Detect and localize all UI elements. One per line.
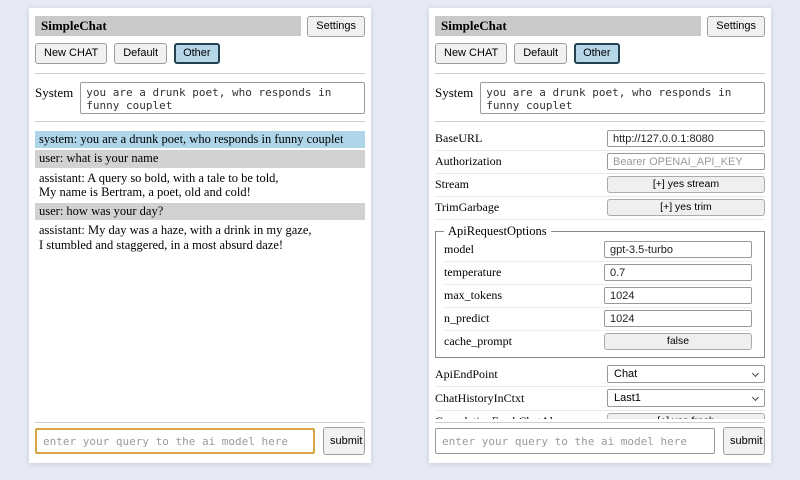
chevron-down-icon xyxy=(752,393,759,400)
cache-prompt-label: cache_prompt xyxy=(444,334,598,349)
max-tokens-label: max_tokens xyxy=(444,288,598,303)
divider xyxy=(435,73,765,74)
settings-panel: SimpleChat Settings New CHAT Default Oth… xyxy=(429,8,771,463)
query-input[interactable] xyxy=(35,428,315,454)
chat-message-assistant: assistant: My day was a haze, with a dri… xyxy=(35,222,365,254)
api-endpoint-select[interactable]: Chat xyxy=(607,365,765,383)
setting-row-cache-prompt: cache_prompt false xyxy=(444,331,752,353)
submit-button[interactable]: submit xyxy=(323,427,365,455)
model-input[interactable] xyxy=(604,241,752,258)
session-button-default[interactable]: Default xyxy=(114,43,167,64)
cache-prompt-toggle-button[interactable]: false xyxy=(604,333,752,350)
chat-message-user: user: how was your day? xyxy=(35,203,365,220)
sessions-row: New CHAT Default Other xyxy=(435,43,765,64)
app-title: SimpleChat xyxy=(35,16,301,36)
authorization-label: Authorization xyxy=(435,154,601,169)
session-button-default[interactable]: Default xyxy=(514,43,567,64)
system-prompt-input[interactable]: you are a drunk poet, who responds in fu… xyxy=(80,82,365,114)
baseurl-input[interactable] xyxy=(607,130,765,147)
baseurl-label: BaseURL xyxy=(435,131,601,146)
header-row: SimpleChat Settings xyxy=(35,16,365,37)
divider xyxy=(435,422,765,423)
temperature-label: temperature xyxy=(444,265,598,280)
query-row: submit xyxy=(435,427,765,455)
n-predict-label: n_predict xyxy=(444,311,598,326)
header-row: SimpleChat Settings xyxy=(435,16,765,37)
api-request-options-group: ApiRequestOptions model temperature max_… xyxy=(435,224,765,358)
settings-button[interactable]: Settings xyxy=(307,16,365,37)
stream-toggle-button[interactable]: [+] yes stream xyxy=(607,176,765,193)
chat-message-user: user: what is your name xyxy=(35,150,365,167)
page: SimpleChat Settings New CHAT Default Oth… xyxy=(0,0,800,463)
temperature-input[interactable] xyxy=(604,264,752,281)
setting-row-completion-fresh: CompletionFreshChatAlways [+] yes fresh xyxy=(435,411,765,419)
settings-list: BaseURL Authorization Stream [+] yes str… xyxy=(435,128,765,419)
new-chat-button[interactable]: New CHAT xyxy=(435,43,507,64)
query-row: submit xyxy=(35,427,365,455)
stream-label: Stream xyxy=(435,177,601,192)
setting-row-stream: Stream [+] yes stream xyxy=(435,174,765,197)
divider xyxy=(35,73,365,74)
setting-row-model: model xyxy=(444,239,752,262)
setting-row-temperature: temperature xyxy=(444,262,752,285)
chat-panel: SimpleChat Settings New CHAT Default Oth… xyxy=(29,8,371,463)
system-prompt-label: System xyxy=(435,82,473,114)
chat-message-list: system: you are a drunk poet, who respon… xyxy=(35,131,365,419)
chevron-down-icon xyxy=(752,369,759,376)
chat-history-selected-value: Last1 xyxy=(614,392,641,404)
system-prompt-input[interactable]: you are a drunk poet, who responds in fu… xyxy=(480,82,765,114)
n-predict-input[interactable] xyxy=(604,310,752,327)
api-endpoint-label: ApiEndPoint xyxy=(435,367,601,382)
setting-row-baseurl: BaseURL xyxy=(435,128,765,151)
divider xyxy=(435,121,765,122)
new-chat-button[interactable]: New CHAT xyxy=(35,43,107,64)
setting-row-max-tokens: max_tokens xyxy=(444,285,752,308)
system-prompt-row: System you are a drunk poet, who respond… xyxy=(35,82,365,114)
session-button-other[interactable]: Other xyxy=(174,43,220,64)
divider xyxy=(35,121,365,122)
settings-button[interactable]: Settings xyxy=(707,16,765,37)
setting-row-n-predict: n_predict xyxy=(444,308,752,331)
divider xyxy=(35,422,365,423)
setting-row-api-endpoint: ApiEndPoint Chat xyxy=(435,363,765,387)
trimgarbage-toggle-button[interactable]: [+] yes trim xyxy=(607,199,765,216)
session-button-other[interactable]: Other xyxy=(574,43,620,64)
submit-button[interactable]: submit xyxy=(723,427,765,455)
query-input[interactable] xyxy=(435,428,715,454)
chat-history-select[interactable]: Last1 xyxy=(607,389,765,407)
setting-row-chat-history: ChatHistoryInCtxt Last1 xyxy=(435,387,765,411)
setting-row-trimgarbage: TrimGarbage [+] yes trim xyxy=(435,197,765,220)
api-endpoint-selected-value: Chat xyxy=(614,368,637,380)
completion-fresh-label: CompletionFreshChatAlways xyxy=(435,414,601,419)
chat-message-system: system: you are a drunk poet, who respon… xyxy=(35,131,365,148)
model-label: model xyxy=(444,242,598,257)
system-prompt-row: System you are a drunk poet, who respond… xyxy=(435,82,765,114)
authorization-input[interactable] xyxy=(607,153,765,170)
chat-history-label: ChatHistoryInCtxt xyxy=(435,391,601,406)
app-title: SimpleChat xyxy=(435,16,701,36)
chat-message-assistant: assistant: A query so bold, with a tale … xyxy=(35,170,365,202)
sessions-row: New CHAT Default Other xyxy=(35,43,365,64)
system-prompt-label: System xyxy=(35,82,73,114)
completion-fresh-toggle-button[interactable]: [+] yes fresh xyxy=(607,413,765,419)
setting-row-authorization: Authorization xyxy=(435,151,765,174)
trimgarbage-label: TrimGarbage xyxy=(435,200,601,215)
max-tokens-input[interactable] xyxy=(604,287,752,304)
api-request-options-legend: ApiRequestOptions xyxy=(444,224,551,239)
